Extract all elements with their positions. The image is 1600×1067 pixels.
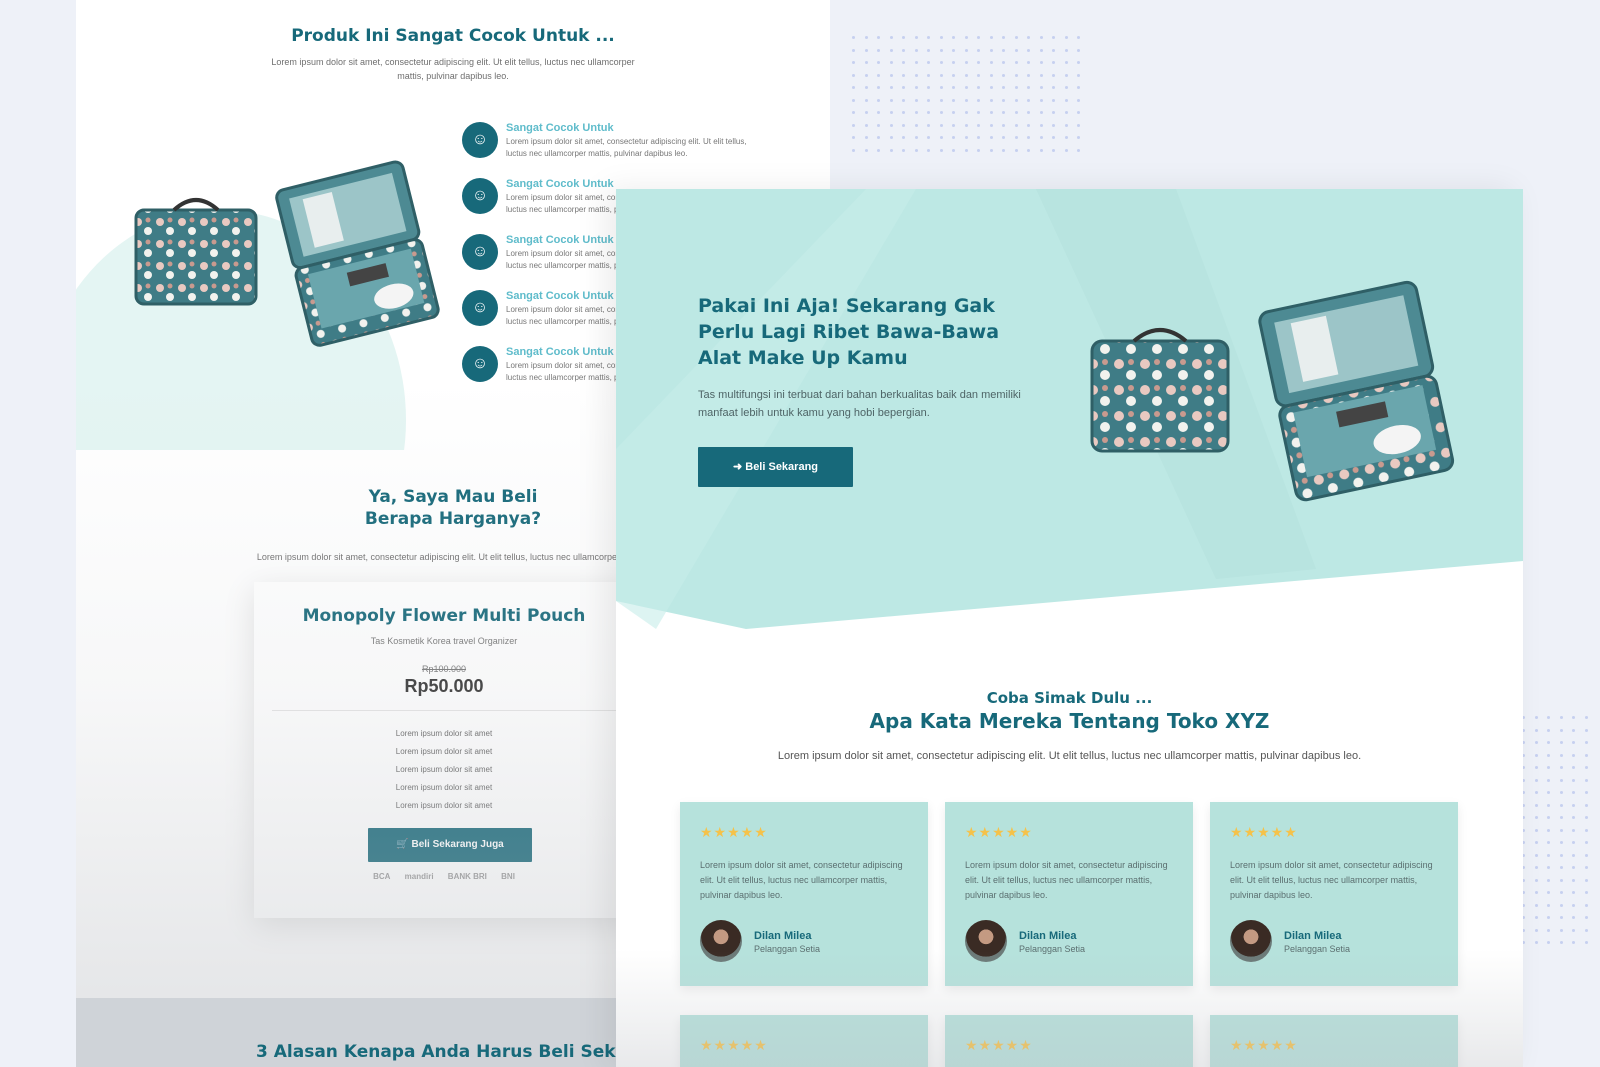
bank-logo-mandiri: mandiri	[404, 872, 434, 881]
rating-stars: ★★★★★	[965, 824, 1033, 840]
avatar	[700, 920, 742, 962]
customer-name: Dilan Milea	[1284, 930, 1342, 942]
buy-now-button[interactable]: ➜ Beli Sekarang	[698, 447, 853, 487]
benefit-item: Lorem ipsum dolor sit amet	[395, 801, 493, 810]
benefit-item: Lorem ipsum dolor sit amet	[395, 747, 493, 756]
testimonials-subtitle: Lorem ipsum dolor sit amet, consectetur …	[777, 750, 1362, 762]
feature-title: Sangat Cocok Untuk	[506, 290, 614, 302]
hero-product-image	[1090, 280, 1455, 502]
person-relaxing-icon: ☺	[462, 346, 498, 382]
product-image	[134, 160, 440, 347]
testimonial-card: ★★★★★ Lorem ipsum dolor sit amet, consec…	[680, 802, 928, 986]
reasons-title: 3 Alasan Kenapa Anda Harus Beli Sekarang	[256, 1042, 672, 1062]
benefit-item: Lorem ipsum dolor sit amet	[395, 765, 493, 774]
avatar	[1230, 920, 1272, 962]
cart-icon: 🛒	[396, 839, 409, 850]
benefit-item: Lorem ipsum dolor sit amet	[395, 729, 493, 738]
buy-now-too-label: Beli Sekarang Juga	[411, 839, 504, 850]
feature-title: Sangat Cocok Untuk	[506, 234, 614, 246]
customer-role: Pelanggan Setia	[1284, 944, 1351, 954]
pricing-card: Monopoly Flower Multi Pouch Tas Kosmetik…	[254, 582, 634, 918]
benefit-item: Lorem ipsum dolor sit amet	[395, 783, 493, 792]
person-relaxing-icon: ☺	[462, 290, 498, 326]
testimonial-text: Lorem ipsum dolor sit amet, consectetur …	[1230, 860, 1433, 900]
testimonial-card: ★★★★★ Lorem ipsum dolor sit amet, consec…	[1210, 802, 1458, 986]
feature-title: Sangat Cocok Untuk	[506, 346, 614, 358]
section-title: Produk Ini Sangat Cocok Untuk ...	[291, 26, 615, 46]
person-relaxing-icon: ☺	[462, 178, 498, 214]
testimonials-kicker: Coba Simak Dulu ...	[986, 689, 1153, 707]
old-price: Rp100.000	[421, 664, 467, 674]
dot-pattern-top	[852, 36, 1092, 156]
price: Rp50.000	[404, 676, 484, 696]
testimonial-card: ★★★★★ Lorem ipsum dolor sit amet, consec…	[945, 802, 1193, 986]
testimonial-card: ★★★★★	[680, 1015, 928, 1067]
feature-text: Lorem ipsum dolor sit amet, consectetur …	[506, 137, 747, 158]
feature-title: Sangat Cocok Untuk	[506, 122, 614, 134]
bank-logo-bni: BNI	[501, 872, 515, 881]
front-page-preview: Pakai Ini Aja! Sekarang Gak Perlu Lagi R…	[616, 189, 1523, 1067]
rating-stars: ★★★★★	[700, 1037, 768, 1053]
product-subtitle: Tas Kosmetik Korea travel Organizer	[370, 636, 518, 646]
feature-item: ☺ Sangat Cocok Untuk Lorem ipsum dolor sit…	[462, 122, 762, 172]
divider	[272, 710, 616, 711]
person-relaxing-icon: ☺	[462, 122, 498, 158]
dot-pattern-right	[1522, 716, 1600, 956]
testimonial-card: ★★★★★	[945, 1015, 1193, 1067]
benefit-list: Lorem ipsum dolor sit amet Lorem ipsum d…	[254, 725, 634, 815]
rating-stars: ★★★★★	[965, 1037, 1033, 1053]
testimonial-text: Lorem ipsum dolor sit amet, consectetur …	[965, 860, 1168, 900]
person-relaxing-icon: ☺	[462, 234, 498, 270]
rating-stars: ★★★★★	[1230, 824, 1298, 840]
rating-stars: ★★★★★	[700, 824, 768, 840]
hero-title: Pakai Ini Aja! Sekarang Gak Perlu Lagi R…	[698, 295, 1000, 369]
testimonial-text: Lorem ipsum dolor sit amet, consectetur …	[700, 860, 903, 900]
bank-logos: BCA mandiri BANK BRI BNI	[254, 872, 634, 881]
testimonials-title: Apa Kata Mereka Tentang Toko XYZ	[869, 709, 1270, 733]
buy-now-too-button[interactable]: 🛒 Beli Sekarang Juga	[368, 828, 532, 862]
buy-now-label: Beli Sekarang	[745, 461, 819, 473]
feature-title: Sangat Cocok Untuk	[506, 178, 614, 190]
product-name: Monopoly Flower Multi Pouch	[302, 606, 586, 626]
hero-text: Tas multifungsi ini terbuat dari bahan b…	[698, 389, 1021, 419]
customer-name: Dilan Milea	[754, 930, 812, 942]
rating-stars: ★★★★★	[1230, 1037, 1298, 1053]
bank-logo-bca: BCA	[373, 872, 391, 881]
customer-name: Dilan Milea	[1019, 930, 1077, 942]
arrow-circle-right-icon: ➜	[732, 461, 743, 473]
customer-role: Pelanggan Setia	[1019, 944, 1086, 954]
customer-role: Pelanggan Setia	[754, 944, 821, 954]
testimonial-card: ★★★★★	[1210, 1015, 1458, 1067]
avatar	[965, 920, 1007, 962]
section-subtitle: Lorem ipsum dolor sit amet, consectetur …	[271, 57, 635, 81]
bank-logo-bri: BANK BRI	[447, 872, 487, 881]
